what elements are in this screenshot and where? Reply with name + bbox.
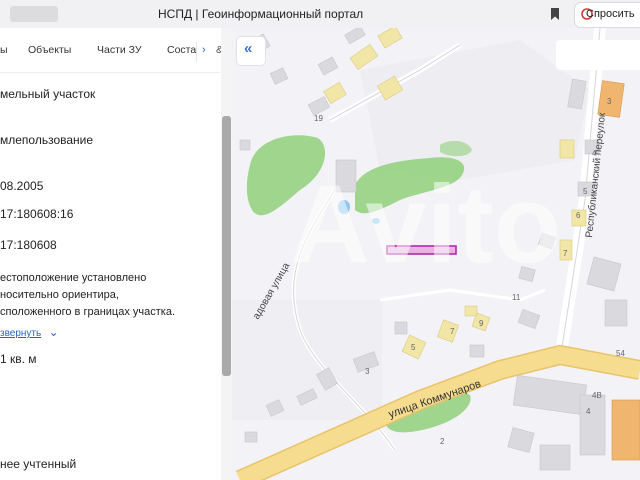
field-location-line-1: естоположение установлено xyxy=(0,272,147,284)
scrollbar-thumb[interactable] xyxy=(222,116,231,376)
field-cadastral-quarter: 17:180608 xyxy=(0,238,57,252)
tabs-scroll-right-button[interactable]: › xyxy=(196,42,215,62)
field-location-line-2: носительно ориентира, xyxy=(0,289,119,301)
ask-button-label: Спросить xyxy=(586,8,635,20)
house-number: 3 xyxy=(607,97,612,106)
field-land-use: млепользование xyxy=(0,133,94,147)
house-number: 5 xyxy=(411,343,416,352)
field-date: 08.2005 xyxy=(0,179,44,193)
house-number: 5 xyxy=(583,187,588,196)
field-status: нее учтенный xyxy=(0,457,77,471)
house-number: 4B xyxy=(592,391,602,400)
house-number: 7 xyxy=(450,327,455,336)
ask-button[interactable]: Спросить xyxy=(574,2,640,28)
tab-parts[interactable]: Части ЗУ xyxy=(97,44,142,56)
collapse-link-row: звернуть ⌄ xyxy=(0,324,59,342)
object-info-panel: ы Объекты Части ЗУ Состав › & мельный уч… xyxy=(0,28,232,480)
field-area: 1 кв. м xyxy=(0,352,37,366)
house-number: 6 xyxy=(576,211,581,220)
panel-scrollbar[interactable] xyxy=(221,28,232,480)
orange-building xyxy=(611,399,640,461)
field-land-type: мельный участок xyxy=(0,87,96,101)
blurred-tab[interactable] xyxy=(10,6,58,22)
tab-info[interactable]: ы xyxy=(0,44,8,56)
collapse-link[interactable]: звернуть xyxy=(0,328,41,339)
house-number: 3 xyxy=(365,367,370,376)
chevron-down-icon[interactable]: ⌄ xyxy=(49,325,59,339)
double-chevron-left-icon: « xyxy=(244,40,253,57)
house-number: 11 xyxy=(512,293,521,302)
house-number: 4 xyxy=(586,407,591,416)
field-location-line-3: сположенного в границах участка. xyxy=(0,306,176,318)
bookmark-icon[interactable] xyxy=(548,6,562,22)
house-number: 9 xyxy=(479,319,484,328)
house-number: 7 xyxy=(563,249,568,258)
map-search-box[interactable] xyxy=(556,40,640,70)
house-number: 2 xyxy=(440,437,445,446)
panel-tabs: ы Объекты Части ЗУ Состав › & xyxy=(0,28,223,73)
collapse-panel-button[interactable]: « xyxy=(236,36,266,66)
cadastral-map[interactable]: 19 3 4 5 6 7 11 9 7 5 3 2 4 4B 54 улица … xyxy=(232,28,640,480)
browser-tab-bar: НСПД | Геоинформационный портал Спросить xyxy=(0,0,640,29)
house-number: 54 xyxy=(616,349,625,358)
house-number: 19 xyxy=(314,114,323,123)
watermark: Avito xyxy=(290,163,561,286)
chevron-right-icon: › xyxy=(202,44,206,56)
page-title: НСПД | Геоинформационный портал xyxy=(158,7,364,21)
tab-objects[interactable]: Объекты xyxy=(28,44,71,56)
field-cadastral-number: 17:180608:16 xyxy=(0,207,74,221)
